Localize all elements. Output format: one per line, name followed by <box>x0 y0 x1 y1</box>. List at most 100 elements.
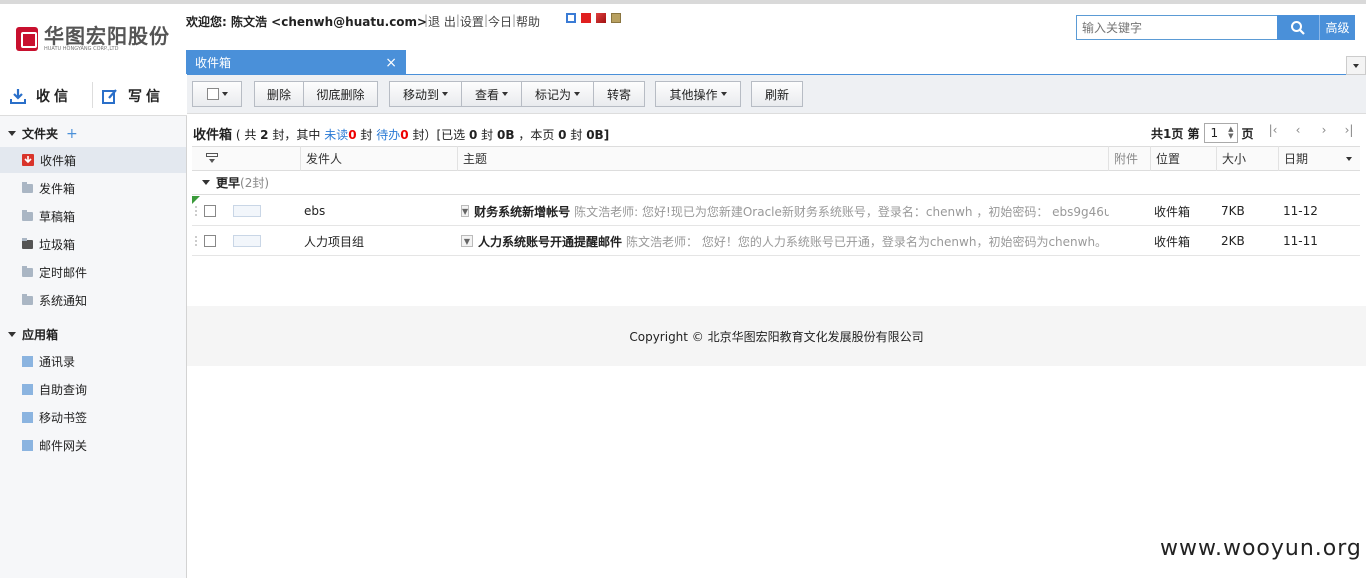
expand-preview-icon[interactable]: ▼ <box>461 235 473 247</box>
watermark: www.wooyun.org <box>1160 536 1362 561</box>
mark-as-button[interactable]: 标记为 <box>521 81 594 107</box>
copyright-text: Copyright © 北京华图宏阳教育文化发展股份有限公司 <box>629 329 924 344</box>
row-checkbox[interactable] <box>204 235 216 247</box>
tab-label: 收件箱 <box>195 56 232 70</box>
inbox-icon <box>22 154 34 166</box>
column-attachment[interactable]: 附件 <box>1108 146 1150 171</box>
chevron-down-icon <box>221 92 228 96</box>
sidebar-item-selfquery[interactable]: 自助查询 <box>0 376 186 402</box>
settings-link[interactable]: 设置 <box>460 13 484 30</box>
skin-redleaf-icon[interactable] <box>596 13 606 23</box>
delete-permanently-button[interactable]: 彻底删除 <box>303 81 378 107</box>
logo[interactable]: 华图宏阳股份 HUATU HONGYANG CORP.,LTD <box>16 24 176 54</box>
sidebar-item-scheduled[interactable]: 定时邮件 <box>0 259 186 285</box>
table-row[interactable]: 人力项目组 ▼ 人力系统账号开通提醒邮件 陈文浩老师： 您好！您的人力系统账号已… <box>192 226 1360 256</box>
todo-link[interactable]: 待办 <box>376 128 400 142</box>
next-page-icon[interactable]: › <box>1313 121 1335 139</box>
first-page-icon[interactable]: |‹ <box>1262 121 1284 139</box>
receive-button[interactable]: 收信 <box>10 86 72 106</box>
collapse-icon <box>8 332 16 337</box>
drag-handle-icon[interactable] <box>194 235 198 247</box>
prev-page-icon[interactable]: ‹ <box>1287 121 1309 139</box>
tab-dropdown-button[interactable] <box>1346 56 1366 75</box>
add-folder-icon[interactable]: + <box>66 126 78 142</box>
page-number-stepper[interactable]: 1 ▲ ▼ <box>1203 123 1238 143</box>
skin-selector <box>566 13 621 23</box>
welcome-text: 欢迎您: 陈文浩 <chenwh@huatu.com> <box>186 15 428 29</box>
sidebar-item-trash[interactable]: 垃圾箱 <box>0 231 186 257</box>
logo-text: 华图宏阳股份 <box>44 23 170 48</box>
read-mail-icon <box>233 205 261 217</box>
column-date[interactable]: 日期 <box>1278 146 1360 171</box>
sidebar-item-gateway[interactable]: 邮件网关 <box>0 432 186 458</box>
apps-section-header[interactable]: 应用箱 <box>8 326 58 343</box>
column-subject[interactable]: 主题 <box>457 146 1108 171</box>
footer: Copyright © 北京华图宏阳教育文化发展股份有限公司 <box>187 306 1366 366</box>
email-subject: 人力系统账号开通提醒邮件 <box>478 234 623 249</box>
move-to-button[interactable]: 移动到 <box>389 81 462 107</box>
skin-blue-icon[interactable] <box>566 13 576 23</box>
tab-close-icon[interactable]: × <box>385 55 397 71</box>
email-sender: ebs <box>304 204 326 218</box>
last-page-icon[interactable]: ›| <box>1338 121 1360 139</box>
sidebar-item-drafts[interactable]: 草稿箱 <box>0 203 186 229</box>
skin-gold-icon[interactable] <box>611 13 621 23</box>
sidebar-item-notifications[interactable]: 系统通知 <box>0 287 186 313</box>
write-button[interactable]: 写信 <box>102 86 164 106</box>
today-link[interactable]: 今日 <box>488 13 512 30</box>
forward-button[interactable]: 转寄 <box>593 81 645 107</box>
sidebar-item-contacts[interactable]: 通讯录 <box>0 348 186 374</box>
select-all-checkbox[interactable] <box>206 88 219 100</box>
folders-title: 文件夹 <box>22 127 59 141</box>
email-preview: 陈文浩老师： 您好！您的人力系统账号已开通，登录名为chenwh，初始密码为ch… <box>626 234 1108 249</box>
collapse-icon <box>8 131 16 136</box>
download-icon <box>10 89 26 104</box>
tab-inbox[interactable]: 收件箱 × <box>186 50 406 75</box>
select-all-dropdown[interactable] <box>192 81 242 107</box>
receive-label: 收信 <box>36 89 72 105</box>
collapse-icon <box>202 180 210 185</box>
email-preview: 陈文浩老师: 您好!现已为您新建Oracle新财务系统账号，登录名：chenwh… <box>574 204 1109 219</box>
chevron-down-icon <box>502 92 508 96</box>
advanced-search-button[interactable]: 高级 <box>1319 15 1355 40</box>
read-mail-icon <box>233 235 261 247</box>
column-options[interactable] <box>192 146 300 171</box>
expand-preview-icon[interactable]: ▼ <box>461 205 470 217</box>
email-size: 2KB <box>1221 234 1245 248</box>
other-actions-button[interactable]: 其他操作 <box>655 81 741 107</box>
bookmark-icon <box>22 411 33 423</box>
folders-section-header[interactable]: 文件夹 + <box>8 125 78 142</box>
skin-red-icon[interactable] <box>581 13 591 23</box>
email-date: 11-12 <box>1283 204 1318 218</box>
sidebar-item-inbox[interactable]: 收件箱 <box>0 147 186 173</box>
drag-handle-icon[interactable] <box>194 205 198 217</box>
sidebar-item-outbox[interactable]: 发件箱 <box>0 175 186 201</box>
group-older[interactable]: 更早(2封) <box>192 171 1360 195</box>
search-input[interactable] <box>1076 15 1278 40</box>
unread-link[interactable]: 未读 <box>324 128 348 142</box>
sort-desc-icon <box>1346 156 1352 161</box>
email-location: 收件箱 <box>1154 234 1191 249</box>
write-label: 写信 <box>128 89 164 105</box>
column-sender[interactable]: 发件人 <box>300 146 457 171</box>
row-checkbox[interactable] <box>204 205 216 217</box>
help-link[interactable]: 帮助 <box>516 13 540 30</box>
table-row[interactable]: ebs ▼ 财务系统新增帐号 陈文浩老师: 您好!现已为您新建Oracle新财务… <box>192 196 1360 226</box>
view-button[interactable]: 查看 <box>461 81 522 107</box>
contacts-icon <box>22 355 33 367</box>
folder-icon <box>22 293 33 305</box>
sidebar-item-bookmarks[interactable]: 移动书签 <box>0 404 186 430</box>
logo-mark-icon <box>16 27 38 51</box>
email-date: 11-11 <box>1283 234 1318 248</box>
logout-link[interactable]: 退 出 <box>428 13 456 30</box>
chevron-down-icon <box>442 92 448 96</box>
delete-button[interactable]: 删除 <box>254 81 304 107</box>
refresh-button[interactable]: 刷新 <box>751 81 803 107</box>
edit-icon <box>102 89 117 104</box>
column-size[interactable]: 大小 <box>1216 146 1278 171</box>
column-location[interactable]: 位置 <box>1150 146 1216 171</box>
chevron-down-icon <box>720 92 727 96</box>
email-size: 7KB <box>1221 204 1245 218</box>
search-button[interactable] <box>1277 15 1319 40</box>
apps-title: 应用箱 <box>22 328 59 342</box>
